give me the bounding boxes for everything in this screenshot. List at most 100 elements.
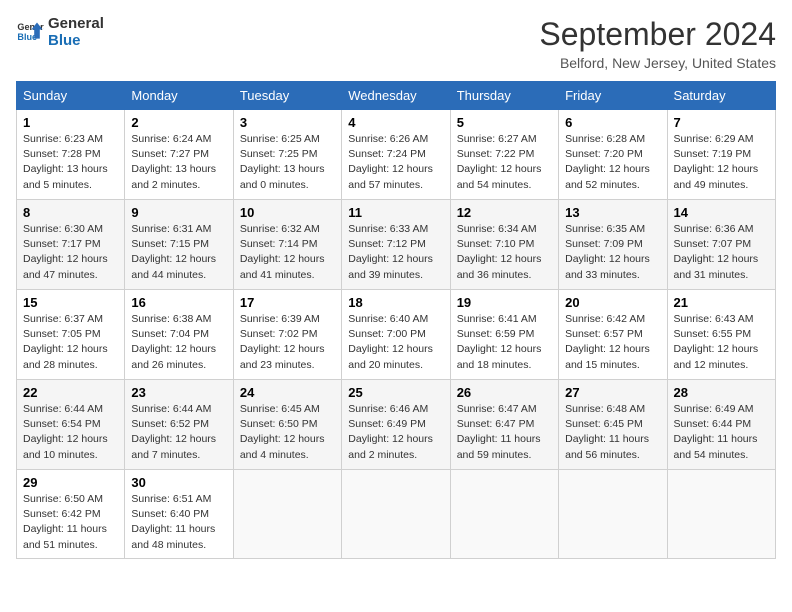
day-number: 24 — [240, 385, 335, 400]
calendar-cell: 19Sunrise: 6:41 AMSunset: 6:59 PMDayligh… — [450, 290, 558, 380]
day-info: Sunrise: 6:30 AMSunset: 7:17 PMDaylight:… — [23, 222, 118, 283]
calendar-cell: 12 Sunrise: 6:34 AMSunset: 7:10 PMDayligh… — [450, 200, 558, 290]
calendar-cell: 7Sunrise: 6:29 AMSunset: 7:19 PMDaylight… — [667, 110, 775, 200]
calendar-cell: 20 Sunrise: 6:42 AMSunset: 6:57 PMDayligh… — [559, 290, 667, 380]
calendar-cell: 9 Sunrise: 6:31 AMSunset: 7:15 PMDaylight… — [125, 200, 233, 290]
calendar-cell: 17 Sunrise: 6:39 AMSunset: 7:02 PMDayligh… — [233, 290, 341, 380]
day-number: 8 — [23, 205, 118, 220]
day-number: 6 — [565, 115, 660, 130]
day-number: 25 — [348, 385, 443, 400]
day-info: Sunrise: 6:39 AMSunset: 7:02 PMDaylight:… — [240, 312, 335, 373]
day-info: Sunrise: 6:41 AMSunset: 6:59 PMDaylight:… — [457, 312, 552, 373]
day-number: 18 — [348, 295, 443, 310]
day-info: Sunrise: 6:35 AMSunset: 7:09 PMDaylight:… — [565, 222, 660, 283]
day-header-sunday: Sunday — [17, 82, 125, 110]
calendar-cell: 15 Sunrise: 6:37 AMSunset: 7:05 PMDayligh… — [17, 290, 125, 380]
day-info: Sunrise: 6:26 AMSunset: 7:24 PMDaylight:… — [348, 132, 443, 193]
day-info: Sunrise: 6:32 AMSunset: 7:14 PMDaylight:… — [240, 222, 335, 283]
day-header-thursday: Thursday — [450, 82, 558, 110]
day-info: Sunrise: 6:40 AMSunset: 7:00 PMDaylight:… — [348, 312, 443, 373]
location: Belford, New Jersey, United States — [539, 55, 776, 71]
day-header-monday: Monday — [125, 82, 233, 110]
day-number: 3 — [240, 115, 335, 130]
calendar-cell: 14Sunrise: 6:36 AMSunset: 7:07 PMDayligh… — [667, 200, 775, 290]
calendar-week-5: 29Sunrise: 6:50 AMSunset: 6:42 PMDayligh… — [17, 470, 776, 559]
calendar-cell: 30 Sunrise: 6:51 AMSunset: 6:40 PMDayligh… — [125, 470, 233, 559]
day-number: 2 — [131, 115, 226, 130]
calendar-cell: 3 Sunrise: 6:25 AMSunset: 7:25 PMDaylight… — [233, 110, 341, 200]
day-number: 22 — [23, 385, 118, 400]
calendar-cell: 5Sunrise: 6:27 AMSunset: 7:22 PMDaylight… — [450, 110, 558, 200]
calendar-cell: 27 Sunrise: 6:48 AMSunset: 6:45 PMDayligh… — [559, 380, 667, 470]
day-info: Sunrise: 6:44 AMSunset: 6:52 PMDaylight:… — [131, 402, 226, 463]
day-number: 1 — [23, 115, 118, 130]
calendar-cell — [559, 470, 667, 559]
calendar-cell: 8 Sunrise: 6:30 AMSunset: 7:17 PMDaylight… — [17, 200, 125, 290]
calendar-week-2: 8 Sunrise: 6:30 AMSunset: 7:17 PMDaylight… — [17, 200, 776, 290]
day-header-wednesday: Wednesday — [342, 82, 450, 110]
calendar-cell: 18 Sunrise: 6:40 AMSunset: 7:00 PMDayligh… — [342, 290, 450, 380]
day-info: Sunrise: 6:42 AMSunset: 6:57 PMDaylight:… — [565, 312, 660, 373]
day-number: 28 — [674, 385, 769, 400]
day-number: 15 — [23, 295, 118, 310]
calendar-cell: 25 Sunrise: 6:46 AMSunset: 6:49 PMDayligh… — [342, 380, 450, 470]
calendar-cell: 26 Sunrise: 6:47 AMSunset: 6:47 PMDayligh… — [450, 380, 558, 470]
day-number: 21 — [674, 295, 769, 310]
day-info: Sunrise: 6:37 AMSunset: 7:05 PMDaylight:… — [23, 312, 118, 373]
day-number: 16 — [131, 295, 226, 310]
day-number: 30 — [131, 475, 226, 490]
day-info: Sunrise: 6:44 AMSunset: 6:54 PMDaylight:… — [23, 402, 118, 463]
day-info: Sunrise: 6:51 AMSunset: 6:40 PMDaylight:… — [131, 492, 226, 553]
day-info: Sunrise: 6:47 AMSunset: 6:47 PMDaylight:… — [457, 402, 552, 463]
title-block: September 2024 Belford, New Jersey, Unit… — [539, 16, 776, 71]
logo-blue: Blue — [48, 33, 104, 50]
day-number: 12 — [457, 205, 552, 220]
day-number: 14 — [674, 205, 769, 220]
day-info: Sunrise: 6:29 AMSunset: 7:19 PMDaylight:… — [674, 132, 769, 193]
day-number: 26 — [457, 385, 552, 400]
day-info: Sunrise: 6:27 AMSunset: 7:22 PMDaylight:… — [457, 132, 552, 193]
calendar-cell: 13 Sunrise: 6:35 AMSunset: 7:09 PMDayligh… — [559, 200, 667, 290]
day-info: Sunrise: 6:38 AMSunset: 7:04 PMDaylight:… — [131, 312, 226, 373]
day-info: Sunrise: 6:33 AMSunset: 7:12 PMDaylight:… — [348, 222, 443, 283]
day-info: Sunrise: 6:28 AMSunset: 7:20 PMDaylight:… — [565, 132, 660, 193]
page-header: General Blue General Blue September 2024… — [16, 16, 776, 71]
calendar-cell: 2Sunrise: 6:24 AMSunset: 7:27 PMDaylight… — [125, 110, 233, 200]
calendar-cell: 11 Sunrise: 6:33 AMSunset: 7:12 PMDayligh… — [342, 200, 450, 290]
day-number: 13 — [565, 205, 660, 220]
day-info: Sunrise: 6:50 AMSunset: 6:42 PMDaylight:… — [23, 492, 118, 553]
calendar-week-4: 22 Sunrise: 6:44 AMSunset: 6:54 PMDayligh… — [17, 380, 776, 470]
day-info: Sunrise: 6:45 AMSunset: 6:50 PMDaylight:… — [240, 402, 335, 463]
logo-general: General — [48, 16, 104, 33]
day-number: 10 — [240, 205, 335, 220]
calendar-cell — [233, 470, 341, 559]
day-info: Sunrise: 6:31 AMSunset: 7:15 PMDaylight:… — [131, 222, 226, 283]
calendar-cell: 28 Sunrise: 6:49 AMSunset: 6:44 PMDayligh… — [667, 380, 775, 470]
calendar-cell: 21 Sunrise: 6:43 AMSunset: 6:55 PMDayligh… — [667, 290, 775, 380]
day-info: Sunrise: 6:43 AMSunset: 6:55 PMDaylight:… — [674, 312, 769, 373]
calendar-week-1: 1Sunrise: 6:23 AMSunset: 7:28 PMDaylight… — [17, 110, 776, 200]
calendar-cell: 6 Sunrise: 6:28 AMSunset: 7:20 PMDaylight… — [559, 110, 667, 200]
calendar-cell: 24 Sunrise: 6:45 AMSunset: 6:50 PMDayligh… — [233, 380, 341, 470]
calendar-cell — [450, 470, 558, 559]
day-number: 17 — [240, 295, 335, 310]
day-number: 11 — [348, 205, 443, 220]
day-info: Sunrise: 6:25 AMSunset: 7:25 PMDaylight:… — [240, 132, 335, 193]
calendar-cell — [342, 470, 450, 559]
day-info: Sunrise: 6:49 AMSunset: 6:44 PMDaylight:… — [674, 402, 769, 463]
day-number: 23 — [131, 385, 226, 400]
day-info: Sunrise: 6:46 AMSunset: 6:49 PMDaylight:… — [348, 402, 443, 463]
day-info: Sunrise: 6:34 AMSunset: 7:10 PMDaylight:… — [457, 222, 552, 283]
calendar-cell: 10 Sunrise: 6:32 AMSunset: 7:14 PMDayligh… — [233, 200, 341, 290]
day-info: Sunrise: 6:48 AMSunset: 6:45 PMDaylight:… — [565, 402, 660, 463]
month-title: September 2024 — [539, 16, 776, 53]
calendar-cell: 22 Sunrise: 6:44 AMSunset: 6:54 PMDayligh… — [17, 380, 125, 470]
calendar-table: SundayMondayTuesdayWednesdayThursdayFrid… — [16, 81, 776, 559]
day-number: 27 — [565, 385, 660, 400]
logo: General Blue General Blue — [16, 16, 104, 49]
calendar-cell: 4 Sunrise: 6:26 AMSunset: 7:24 PMDaylight… — [342, 110, 450, 200]
logo-icon: General Blue — [16, 19, 44, 47]
day-number: 20 — [565, 295, 660, 310]
day-number: 9 — [131, 205, 226, 220]
day-number: 4 — [348, 115, 443, 130]
